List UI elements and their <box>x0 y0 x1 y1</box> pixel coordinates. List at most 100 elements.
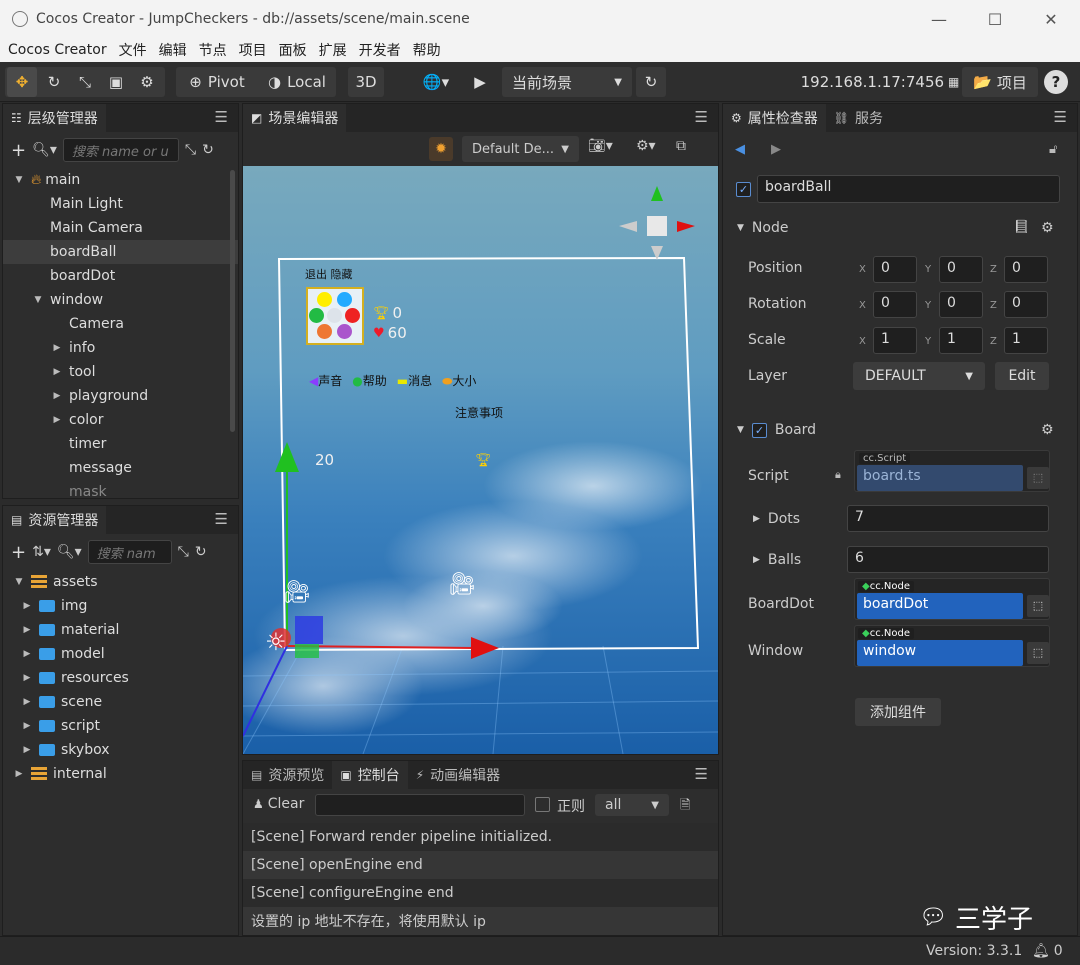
expand-arrow-icon[interactable]: ▼ <box>13 175 25 185</box>
panel-menu-icon[interactable]: ☰ <box>695 108 708 126</box>
scale-y-input[interactable]: 1 <box>939 327 983 354</box>
tab-animation-editor[interactable]: ⚡ 动画编辑器 <box>407 761 509 789</box>
locate-icon[interactable]: ⬚ <box>1027 467 1049 489</box>
expand-arrow-icon[interactable]: ▶ <box>21 673 33 683</box>
close-button[interactable]: ✕ <box>1026 0 1076 38</box>
scale-z-input[interactable]: 1 <box>1004 327 1048 354</box>
layer-edit-button[interactable]: Edit <box>995 362 1049 390</box>
add-node-icon[interactable]: + <box>11 140 26 161</box>
node-active-checkbox[interactable]: ✓ <box>736 181 751 197</box>
rotation-z-input[interactable]: 0 <box>1004 291 1048 318</box>
camera-gizmo-icon[interactable]: 🎥︎ <box>283 580 311 605</box>
position-y-input[interactable]: 0 <box>939 256 983 283</box>
expand-arrow-icon[interactable]: ▶ <box>51 367 63 377</box>
project-button[interactable]: 📂 项目 <box>962 67 1038 97</box>
play-button-icon[interactable]: ▶ <box>466 67 494 97</box>
refresh-icon[interactable]: ↻ <box>195 544 207 560</box>
gear-icon[interactable]: ⚙▾ <box>636 138 656 154</box>
menu-extension[interactable]: 扩展 <box>319 40 347 60</box>
asset-item-img[interactable]: ▶ img <box>3 594 238 618</box>
console-filter-input[interactable] <box>315 794 525 816</box>
notifications[interactable]: 🔔︎ 0 <box>1032 943 1063 959</box>
expand-arrow-icon[interactable]: ▶ <box>51 343 63 353</box>
asset-item-script[interactable]: ▶ script <box>3 714 238 738</box>
tree-item-message[interactable]: message <box>3 456 238 480</box>
hierarchy-search-input[interactable]: 搜索 name or u <box>62 138 179 162</box>
component-enabled-checkbox[interactable]: ✓ <box>751 422 767 438</box>
scale-x-input[interactable]: 1 <box>873 327 917 354</box>
assets-search-input[interactable]: 搜索 nam <box>87 540 172 564</box>
tree-item-camera[interactable]: Camera <box>3 312 238 336</box>
layout-select[interactable]: Default De... ▼ <box>462 136 579 162</box>
script-ref-field[interactable]: board.ts <box>857 465 1023 491</box>
expand-arrow-icon[interactable]: ▼ <box>32 295 44 305</box>
tree-item-mask[interactable]: mask <box>3 480 238 498</box>
panel-menu-icon[interactable]: ☰ <box>215 108 228 126</box>
node-section-header[interactable]: ▼ Node <box>737 220 788 236</box>
menu-edit[interactable]: 编辑 <box>159 40 187 60</box>
dots-input[interactable]: 7 <box>847 505 1049 532</box>
tree-item-main[interactable]: ▼ 🔥︎ main <box>3 168 238 192</box>
expand-arrow-icon[interactable]: ▶ <box>21 721 33 731</box>
gear-tool-icon[interactable]: ⚙ <box>132 67 162 97</box>
expand-arrow-icon[interactable]: ▶ <box>21 697 33 707</box>
rotate-tool-icon[interactable]: ↻ <box>39 67 69 97</box>
scene-editor-tab[interactable]: ◩ 场景编辑器 <box>243 104 347 132</box>
expand-arrow-icon[interactable]: ▶ <box>21 745 33 755</box>
menu-project[interactable]: 项目 <box>239 40 267 60</box>
help-icon[interactable]: ? <box>1044 70 1068 94</box>
scene-select[interactable]: 当前场景 ▼ <box>502 67 632 97</box>
menu-panel[interactable]: 面板 <box>279 40 307 60</box>
hierarchy-tab[interactable]: ☷ 层级管理器 <box>3 104 106 132</box>
game-menu-message[interactable]: ▬消息 <box>397 372 432 389</box>
add-component-button[interactable]: 添加组件 <box>855 698 941 726</box>
rect-tool-icon[interactable]: ▣ <box>101 67 131 97</box>
tree-item-boarddot[interactable]: boardDot <box>3 264 238 288</box>
expand-arrow-icon[interactable]: ▶ <box>13 769 25 779</box>
collapse-icon[interactable]: ⤡ <box>185 142 196 158</box>
tree-item-main-light[interactable]: Main Light <box>3 192 238 216</box>
position-z-input[interactable]: 0 <box>1004 256 1048 283</box>
tab-console[interactable]: ▣ 控制台 <box>332 761 408 789</box>
refresh-preview-icon[interactable]: ↻ <box>636 67 666 97</box>
panel-menu-icon[interactable]: ☰ <box>695 765 708 783</box>
maximize-button[interactable]: ☐ <box>970 0 1020 38</box>
expand-arrow-icon[interactable]: ▼ <box>13 577 25 587</box>
log-level-select[interactable]: all ▼ <box>595 794 669 816</box>
panel-menu-icon[interactable]: ☰ <box>215 510 228 528</box>
tab-inspector[interactable]: ⚙ 属性检查器 <box>723 104 826 132</box>
balls-label-row[interactable]: ▶ Balls <box>753 552 801 568</box>
menu-help[interactable]: 帮助 <box>413 40 441 60</box>
sort-icon[interactable]: ⇅▾ <box>32 544 51 560</box>
gear-icon[interactable]: ⚙ <box>1041 220 1054 236</box>
local-button[interactable]: ◑ Local <box>260 67 334 97</box>
light-gizmo-icon[interactable]: ☼ <box>265 628 287 656</box>
3d-toggle-button[interactable]: 3D <box>348 67 384 97</box>
log-file-icon[interactable]: 🗎 <box>680 796 690 818</box>
game-menu-sound[interactable]: ◀声音 <box>309 372 342 389</box>
tree-item-main-camera[interactable]: Main Camera <box>3 216 238 240</box>
menu-app[interactable]: Cocos Creator <box>8 42 107 58</box>
tree-item-timer[interactable]: timer <box>3 432 238 456</box>
hierarchy-scrollbar[interactable] <box>230 170 235 432</box>
expand-arrow-icon[interactable]: ▶ <box>21 649 33 659</box>
rotation-x-input[interactable]: 0 <box>873 291 917 318</box>
locate-icon[interactable]: ⬚ <box>1027 595 1049 617</box>
assets-tab[interactable]: ▤ 资源管理器 <box>3 506 107 534</box>
game-menu-size[interactable]: ⬬大小 <box>442 372 476 389</box>
camera-options-icon[interactable]: 📷︎▾ <box>588 138 613 154</box>
pivot-button[interactable]: ⊕ Pivot <box>180 67 254 97</box>
node-name-input[interactable]: boardBall <box>757 175 1060 203</box>
collapse-icon[interactable]: ⤡ <box>178 544 189 560</box>
position-x-input[interactable]: 0 <box>873 256 917 283</box>
expand-arrow-icon[interactable]: ▶ <box>51 391 63 401</box>
expand-arrow-icon[interactable]: ▶ <box>51 415 63 425</box>
minimize-button[interactable]: — <box>914 0 964 38</box>
expand-arrow-icon[interactable]: ▶ <box>21 625 33 635</box>
tab-services[interactable]: ⛓ 服务 <box>825 104 891 132</box>
locate-icon[interactable]: ⬚ <box>1027 642 1049 664</box>
camera-gizmo-icon[interactable]: 🎥︎ <box>448 572 476 597</box>
tree-item-playground[interactable]: ▶ playground <box>3 384 238 408</box>
tree-item-info[interactable]: ▶ info <box>3 336 238 360</box>
tree-item-boardball[interactable]: boardBall <box>3 240 238 264</box>
